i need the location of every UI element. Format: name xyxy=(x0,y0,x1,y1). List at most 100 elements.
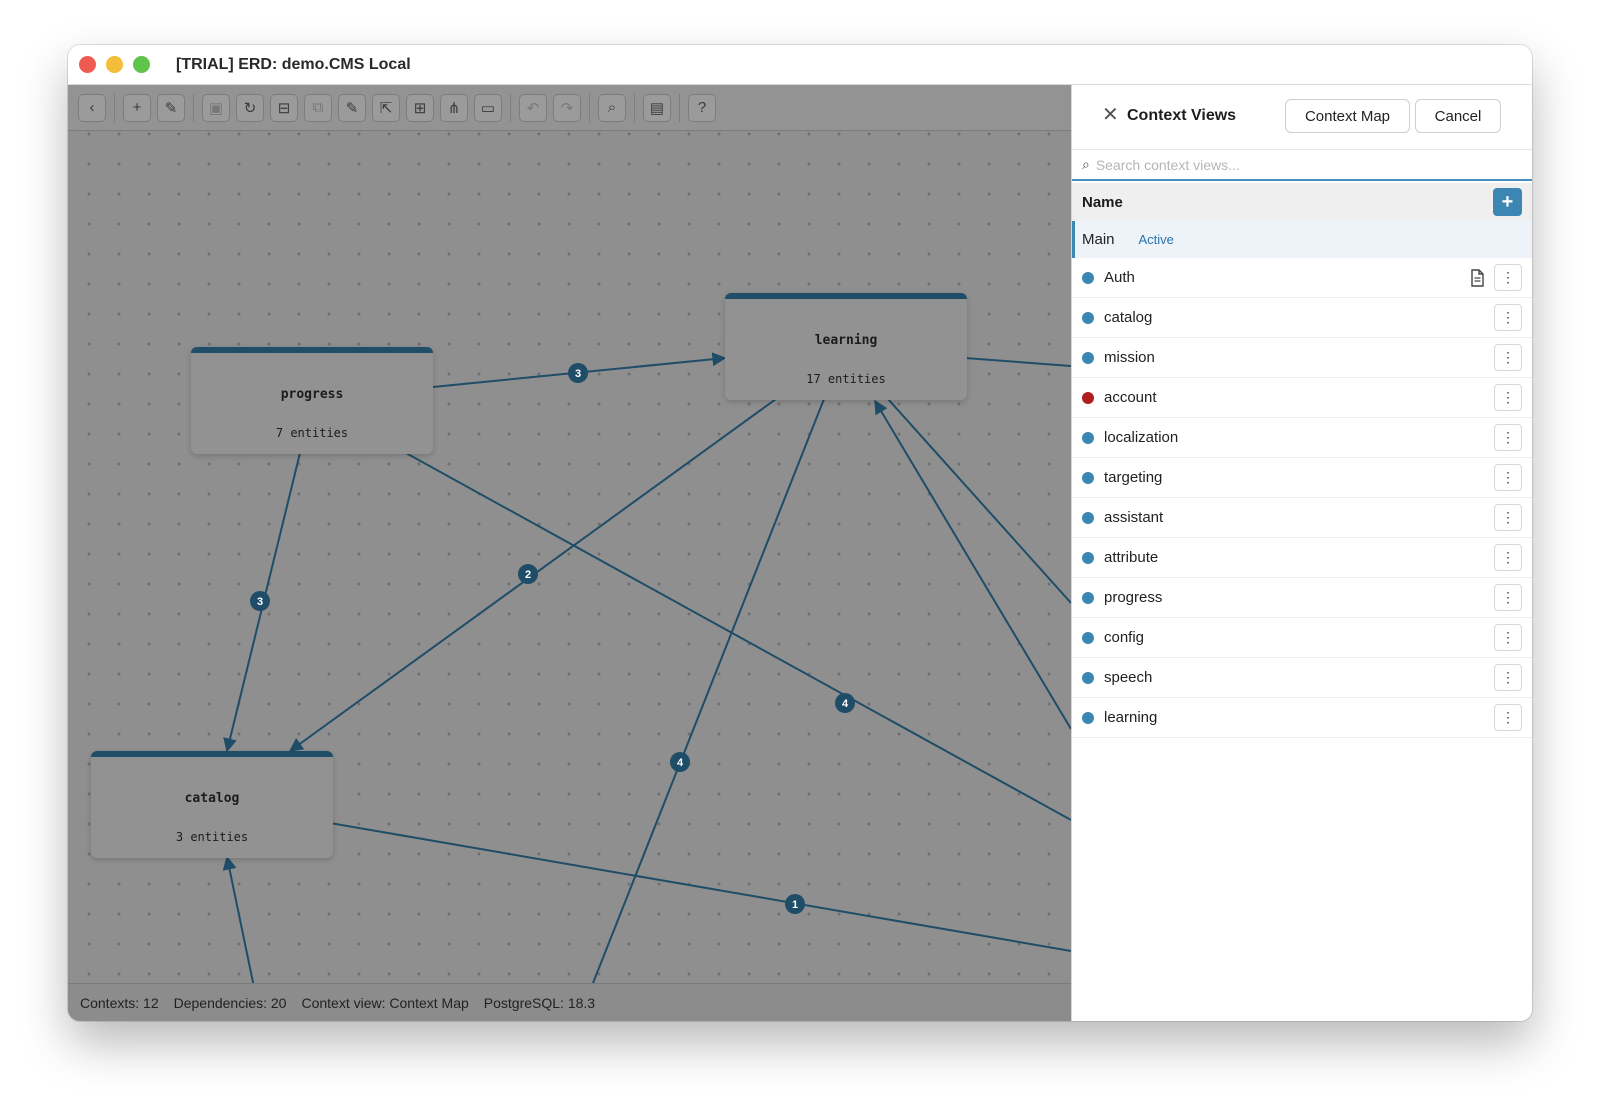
color-dot xyxy=(1082,551,1094,564)
context-view-row[interactable]: localization ⋮ xyxy=(1072,418,1532,458)
edge-progress-offscreen[interactable] xyxy=(405,452,1071,821)
more-options-button[interactable]: ⋮ xyxy=(1494,464,1522,491)
erd-toolbar: ‹ + ✎ ▣ ↻ ⊟ ⧉ ✎ ⇱ ⊞ ⋔ ▭ ↶ ↷ ⌕ ▤ ? xyxy=(68,85,1071,131)
node-title: catalog xyxy=(184,791,240,806)
context-view-row[interactable]: catalog ⋮ xyxy=(1072,298,1532,338)
grid-icon[interactable]: ⊞ xyxy=(406,93,434,122)
toolbar-separator xyxy=(114,93,115,122)
color-dot xyxy=(1082,511,1094,524)
folder-icon[interactable]: ▭ xyxy=(474,93,502,122)
more-options-button[interactable]: ⋮ xyxy=(1494,384,1522,411)
edge-offscreen-learning-a[interactable] xyxy=(874,399,1071,730)
status-bar: Contexts: 12 Dependencies: 20 Context vi… xyxy=(68,983,1071,1021)
save-icon[interactable]: ▣ xyxy=(202,93,230,122)
node-catalog[interactable]: catalog 3 entities xyxy=(91,751,333,858)
active-badge: Active xyxy=(1138,232,1174,247)
toolbar-separator xyxy=(679,93,680,122)
search-bar: ⌕ xyxy=(1072,149,1532,181)
toolbar-separator xyxy=(193,93,194,122)
redo-icon[interactable]: ↷ xyxy=(553,93,581,122)
more-options-button[interactable]: ⋮ xyxy=(1494,264,1522,291)
context-view-name: Auth xyxy=(1104,269,1135,286)
context-view-name: speech xyxy=(1104,669,1153,686)
edge-badge-label: 3 xyxy=(575,368,581,380)
node-title: learning xyxy=(814,333,878,348)
node-title: progress xyxy=(280,387,344,402)
status-context-view: Context view: Context Map xyxy=(301,994,469,1011)
node-progress[interactable]: progress 7 entities xyxy=(191,347,433,454)
edit-icon[interactable]: ✎ xyxy=(338,93,366,122)
node-learning[interactable]: learning 17 entities xyxy=(725,293,967,400)
context-view-row[interactable]: targeting ⋮ xyxy=(1072,458,1532,498)
more-options-button[interactable]: ⋮ xyxy=(1494,624,1522,651)
window-controls xyxy=(79,56,150,73)
more-options-button[interactable]: ⋮ xyxy=(1494,344,1522,371)
more-options-button[interactable]: ⋮ xyxy=(1494,544,1522,571)
edge-badge-label: 1 xyxy=(792,899,798,911)
edge-badge-label: 4 xyxy=(842,698,849,710)
edge-bottom-learning[interactable] xyxy=(577,398,825,1021)
close-window-button[interactable] xyxy=(79,56,96,73)
help-icon[interactable]: ? xyxy=(688,93,716,122)
status-db-version: PostgreSQL: 18.3 xyxy=(483,994,596,1011)
hierarchy-icon[interactable]: ⋔ xyxy=(440,93,468,122)
search-icon[interactable]: ⌕ xyxy=(598,93,626,122)
edge-learning-offscreen[interactable] xyxy=(964,357,1071,367)
copy-icon[interactable]: ⧉ xyxy=(304,93,332,122)
context-view-row[interactable]: learning ⋮ xyxy=(1072,698,1532,738)
context-view-row[interactable]: account ⋮ xyxy=(1072,378,1532,418)
name-column-header: Name xyxy=(1082,193,1123,211)
context-map-button[interactable]: Context Map xyxy=(1285,99,1410,133)
more-options-button[interactable]: ⋮ xyxy=(1494,504,1522,531)
document-icon[interactable] xyxy=(1468,268,1486,288)
search-input[interactable] xyxy=(1095,156,1496,173)
add-icon[interactable]: + xyxy=(123,93,151,122)
color-dot xyxy=(1082,711,1094,724)
list-header: Name + xyxy=(1072,183,1532,221)
toolbar-separator xyxy=(510,93,511,122)
back-icon[interactable]: ‹ xyxy=(78,93,106,122)
title-bar: [TRIAL] ERD: demo.CMS Local xyxy=(68,45,1532,85)
link-icon[interactable]: ✎ xyxy=(157,93,185,122)
context-view-name: config xyxy=(1104,629,1145,646)
context-views-panel: ✕ Context Views Context Map Cancel ⌕ Nam… xyxy=(1071,85,1532,1021)
edge-offscreen-learning-b[interactable] xyxy=(887,398,1071,604)
context-view-row[interactable]: progress ⋮ xyxy=(1072,578,1532,618)
node-entity-count: 3 entities xyxy=(175,830,249,844)
more-options-button[interactable]: ⋮ xyxy=(1494,304,1522,331)
context-view-row[interactable]: speech ⋮ xyxy=(1072,658,1532,698)
more-options-button[interactable]: ⋮ xyxy=(1494,704,1522,731)
status-contexts: Contexts: 12 xyxy=(80,994,159,1011)
color-dot xyxy=(1082,591,1094,604)
context-view-row[interactable]: attribute ⋮ xyxy=(1072,538,1532,578)
cancel-button[interactable]: Cancel xyxy=(1415,99,1501,133)
erd-canvas[interactable]: 3 3 2 4 4 1 ‹ + ✎ ▣ ↻ ⊟ ⧉ ✎ ⇱ ⊞ ⋔ ▭ ↶ ↷ … xyxy=(68,85,1071,1021)
edge-catalog-offscreen[interactable] xyxy=(329,822,1071,952)
maximize-window-button[interactable] xyxy=(133,56,150,73)
document-icon[interactable]: ▤ xyxy=(643,93,671,122)
undo-icon[interactable]: ↶ xyxy=(519,93,547,122)
context-view-row[interactable]: config ⋮ xyxy=(1072,618,1532,658)
context-view-name: progress xyxy=(1104,589,1163,606)
more-options-button[interactable]: ⋮ xyxy=(1494,664,1522,691)
close-icon[interactable]: ✕ xyxy=(1102,103,1119,127)
minimize-window-button[interactable] xyxy=(106,56,123,73)
more-options-button[interactable]: ⋮ xyxy=(1494,424,1522,451)
panel-header: ✕ Context Views Context Map Cancel xyxy=(1072,85,1532,149)
edges-layer: 3 3 2 4 4 1 xyxy=(222,352,1071,1021)
context-view-row[interactable]: assistant ⋮ xyxy=(1072,498,1532,538)
refresh-icon[interactable]: ↻ xyxy=(236,93,264,122)
add-view-button[interactable]: + xyxy=(1493,188,1522,216)
layout-icon[interactable]: ⊟ xyxy=(270,93,298,122)
export-icon[interactable]: ⇱ xyxy=(372,93,400,122)
edge-badge-label: 4 xyxy=(677,757,684,769)
node-entity-count: 17 entities xyxy=(806,372,886,386)
context-view-row[interactable]: mission ⋮ xyxy=(1072,338,1532,378)
status-dependencies: Dependencies: 20 xyxy=(173,994,287,1011)
more-options-button[interactable]: ⋮ xyxy=(1494,584,1522,611)
context-view-row[interactable]: Auth ⋮ xyxy=(1072,258,1532,298)
context-view-main[interactable]: Main Active xyxy=(1072,221,1532,258)
edge-badge-label: 2 xyxy=(525,569,531,581)
color-dot xyxy=(1082,311,1094,324)
context-view-name: targeting xyxy=(1104,469,1163,486)
